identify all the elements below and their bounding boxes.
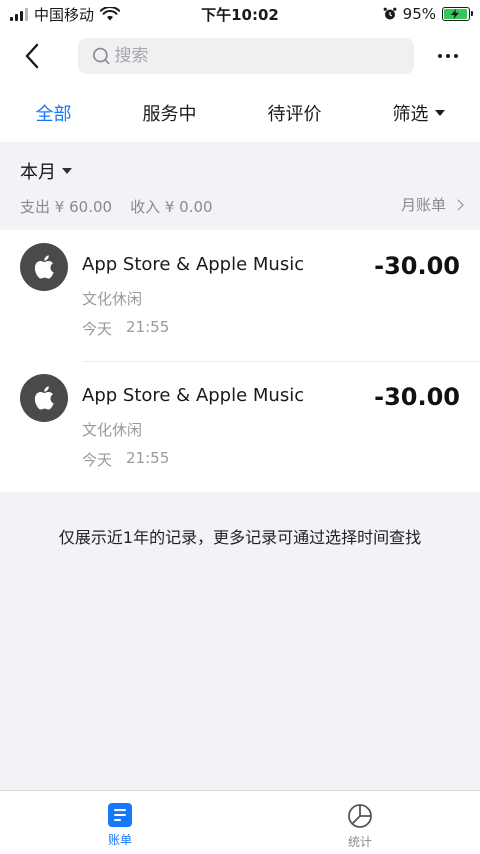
filter-tabs: 全部 服务中 待评价 筛选: [0, 84, 480, 142]
pie-chart-icon: [348, 804, 372, 828]
search-input[interactable]: [114, 46, 400, 66]
transaction-clock: 21:55: [126, 449, 170, 467]
transaction-category: 文化休闲: [82, 290, 143, 308]
month-summary: 本月 支出 ¥ 60.00 收入 ¥ 0.00 月账单: [0, 142, 480, 230]
caret-down-icon: [62, 168, 72, 174]
bottom-tab-label: 统计: [347, 835, 372, 849]
history-note: 仅展示近1年的记录，更多记录可通过选择时间查找: [58, 528, 422, 547]
tab-label: 筛选: [392, 104, 429, 125]
bottom-tab-bar: 账单 统计: [0, 790, 480, 854]
page: 中国移动 下午10:02 95% 搜索 全部 服务中 待评价 筛选 本月 支出 …: [0, 0, 480, 854]
caret-down-icon: [434, 110, 445, 116]
tab-label: 全部: [35, 104, 72, 125]
transaction-day: 今天: [82, 451, 113, 469]
carrier-label: 中国移动: [34, 5, 95, 24]
month-stats: 支出 ¥ 60.00 收入 ¥ 0.00: [20, 196, 213, 217]
search-box[interactable]: [78, 38, 414, 74]
status-left: 中国移动: [10, 4, 121, 25]
merchant-name: App Store & Apple Music: [82, 385, 305, 406]
merchant-name: App Store & Apple Music: [82, 254, 305, 275]
expense-label: 支出: [20, 198, 51, 216]
transaction-amount: -30.00: [374, 383, 460, 411]
tab-label: 待评价: [267, 104, 322, 125]
bottom-tab-bills[interactable]: 账单: [0, 791, 240, 854]
status-right: 95%: [383, 5, 473, 23]
tab-pending-review[interactable]: 待评价: [258, 94, 332, 132]
transaction-item[interactable]: App Store & Apple Music -30.00 文化休闲 今天 2…: [0, 361, 480, 492]
bottom-tab-stats[interactable]: 统计: [240, 791, 480, 854]
income: 收入 ¥ 0.00: [130, 196, 213, 217]
charging-bolt-icon: [451, 9, 460, 19]
battery-percent: 95%: [402, 5, 436, 23]
chevron-left-icon: [25, 43, 39, 69]
income-label: 收入: [130, 198, 161, 216]
status-bar: 中国移动 下午10:02 95%: [0, 0, 480, 28]
tab-all[interactable]: 全部: [26, 94, 82, 132]
transaction-category: 文化休闲: [82, 421, 143, 439]
more-dot: [454, 54, 458, 58]
battery-icon: [442, 7, 473, 21]
month-selector[interactable]: 本月: [20, 158, 72, 184]
income-value: ¥ 0.00: [164, 198, 213, 216]
bottom-tab-label: 账单: [107, 833, 132, 847]
nav-bar: [0, 28, 480, 84]
monthly-bill-link[interactable]: 月账单: [400, 194, 464, 215]
transaction-item[interactable]: App Store & Apple Music -30.00 文化休闲 今天 2…: [0, 230, 480, 361]
tab-filter[interactable]: 筛选: [383, 94, 455, 132]
expense: 支出 ¥ 60.00: [20, 196, 112, 217]
transaction-clock: 21:55: [126, 318, 170, 336]
transaction-time: 今天 21:55: [82, 449, 169, 470]
bill-icon: [108, 803, 132, 827]
transaction-amount: -30.00: [374, 252, 460, 280]
transaction-time: 今天 21:55: [82, 318, 169, 339]
tab-label: 服务中: [142, 104, 197, 125]
transaction-day: 今天: [82, 320, 113, 338]
transaction-list: App Store & Apple Music -30.00 文化休闲 今天 2…: [0, 230, 480, 492]
expense-value: ¥ 60.00: [54, 198, 113, 216]
battery-fill: [444, 9, 467, 19]
chevron-right-icon: [452, 198, 464, 211]
signal-icon: [10, 7, 28, 21]
apple-logo-icon: [20, 243, 68, 291]
monthly-bill-label: 月账单: [400, 196, 446, 214]
apple-logo-icon: [20, 374, 68, 422]
more-button[interactable]: [428, 36, 468, 76]
wifi-icon: [100, 7, 121, 21]
search-icon: [93, 47, 110, 65]
month-title: 本月: [20, 162, 56, 183]
back-button[interactable]: [12, 36, 52, 76]
more-dot: [438, 54, 442, 58]
more-dot: [446, 54, 450, 58]
alarm-icon: [383, 7, 397, 20]
tab-in-service[interactable]: 服务中: [133, 94, 207, 132]
